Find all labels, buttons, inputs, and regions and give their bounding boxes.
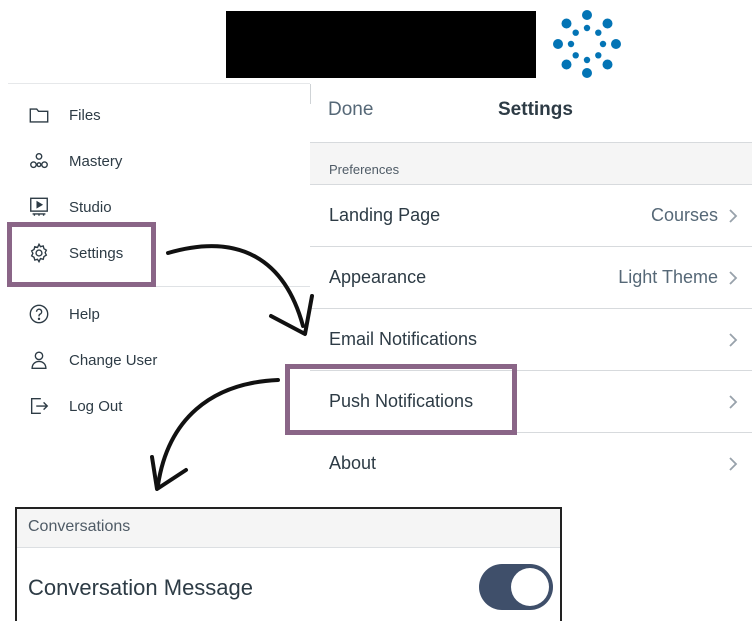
push-notifications-highlight-box xyxy=(285,364,517,435)
settings-row-about[interactable]: About xyxy=(310,432,752,495)
settings-row-appearance[interactable]: Appearance Light Theme xyxy=(310,246,752,309)
row-label: Appearance xyxy=(329,267,427,287)
settings-row-email-notifications[interactable]: Email Notifications xyxy=(310,308,752,371)
conversation-message-label: Conversation Message xyxy=(28,575,254,600)
chevron-right-icon xyxy=(729,457,738,471)
menu-item-change-user[interactable]: Change User xyxy=(26,345,157,375)
menu-item-files[interactable]: Files xyxy=(26,100,101,130)
menu-item-label: Studio xyxy=(69,198,112,216)
menu-item-studio[interactable]: Studio xyxy=(26,192,112,222)
row-label: About xyxy=(329,453,377,473)
menu-divider xyxy=(8,83,310,84)
conversation-message-toggle[interactable] xyxy=(479,564,553,610)
settings-highlight-box xyxy=(7,222,156,287)
redacted-banner xyxy=(226,11,536,78)
row-value: Courses xyxy=(650,205,718,225)
row-label: Landing Page xyxy=(329,205,441,225)
row-value: Light Theme xyxy=(618,267,718,287)
panel-divider xyxy=(310,84,311,104)
section-label: Conversations xyxy=(28,518,131,535)
settings-row-landing-page[interactable]: Landing Page Courses xyxy=(310,184,752,247)
row-label: Email Notifications xyxy=(329,329,478,349)
chevron-right-icon xyxy=(729,209,738,223)
user-icon xyxy=(26,347,52,373)
mastery-icon xyxy=(26,148,52,174)
chevron-right-icon xyxy=(729,271,738,285)
page-title: Settings xyxy=(498,99,573,120)
toggle-knob xyxy=(511,568,549,606)
menu-item-log-out[interactable]: Log Out xyxy=(26,391,122,421)
menu-item-label: Change User xyxy=(69,351,158,369)
done-button[interactable]: Done xyxy=(328,99,373,121)
menu-item-label: Log Out xyxy=(69,397,123,415)
menu-item-label: Help xyxy=(69,305,100,323)
canvas-logo-icon xyxy=(553,10,621,78)
arrow-to-settings-panel-icon xyxy=(166,244,314,336)
logout-icon xyxy=(26,393,52,419)
studio-icon xyxy=(26,194,52,220)
menu-item-mastery[interactable]: Mastery xyxy=(26,146,122,176)
arrow-to-conversations-icon xyxy=(150,378,280,491)
chevron-right-icon xyxy=(729,333,738,347)
folder-icon xyxy=(26,102,52,128)
section-label: Preferences xyxy=(329,162,400,177)
chevron-right-icon xyxy=(729,395,738,409)
menu-item-label: Files xyxy=(69,106,101,124)
help-icon xyxy=(26,301,52,327)
menu-item-help[interactable]: Help xyxy=(26,299,100,329)
menu-item-label: Mastery xyxy=(69,152,123,170)
